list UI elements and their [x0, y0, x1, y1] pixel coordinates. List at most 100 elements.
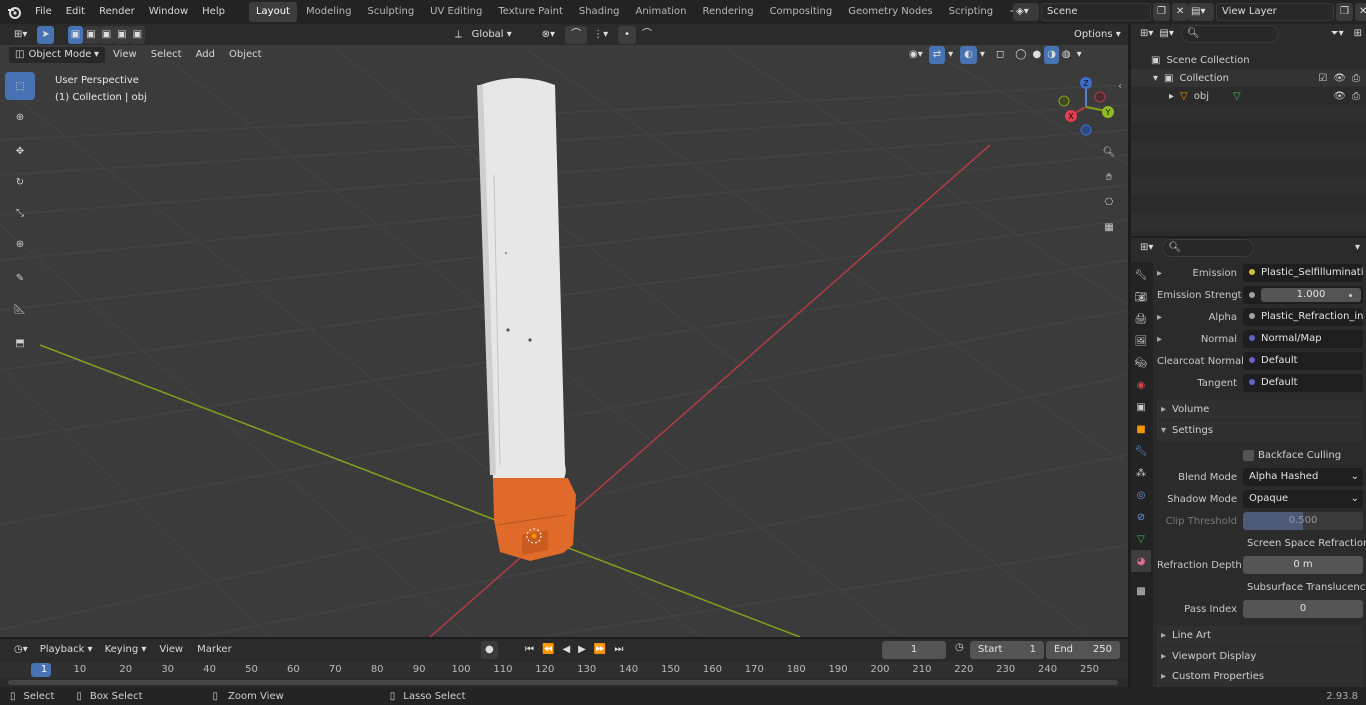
tool-tab-icon[interactable]: 🔧︎	[1131, 264, 1151, 286]
add-cube-icon[interactable]: ⬒	[5, 329, 35, 357]
transform-orientation-dropdown[interactable]: Global ▾	[465, 25, 532, 44]
shadow-mode-dropdown[interactable]: Opaque ⌄	[1243, 490, 1363, 508]
rendered-shading-icon[interactable]: ◍	[1058, 46, 1074, 64]
move-icon[interactable]: ✥	[5, 137, 35, 165]
tab-animation[interactable]: Animation	[629, 2, 694, 22]
chevron-right-icon[interactable]: ▸	[1169, 91, 1174, 102]
overlay-toggle-icon[interactable]: ◐	[960, 46, 977, 64]
mode-intersect-icon[interactable]: ▣	[129, 25, 146, 44]
playback-menu[interactable]: Playback ▾	[34, 641, 99, 659]
wireframe-shading-icon[interactable]: ◯	[1012, 46, 1030, 64]
cursor-icon[interactable]: ⊕	[5, 103, 35, 131]
scene-icon[interactable]: ◈▾	[1013, 3, 1039, 21]
delete-view-layer-icon[interactable]: ✕	[1354, 3, 1366, 21]
subsurface-translucency-checkbox[interactable]: Subsurface Translucency	[1243, 577, 1366, 597]
outliner-editor-icon[interactable]: ⊞▾	[1137, 25, 1156, 43]
properties-search-input[interactable]: 🔍︎	[1162, 239, 1255, 257]
properties-editor-icon[interactable]: ⊞▾	[1137, 239, 1156, 257]
options-dropdown[interactable]: Options ▾	[1068, 25, 1127, 44]
constraints-tab-icon[interactable]: ⊘	[1131, 506, 1151, 528]
start-frame-input[interactable]: Start 1	[970, 641, 1044, 659]
mode-set-icon[interactable]: ▣	[67, 25, 84, 44]
outliner-row-collection[interactable]: ▾ ▣ Collection ☑ 👁︎ ⎙	[1131, 69, 1366, 87]
mode-subtract-icon[interactable]: ▣	[98, 25, 115, 44]
normal-input[interactable]: Normal/Map	[1243, 330, 1363, 348]
tab-modeling[interactable]: Modeling	[299, 2, 359, 22]
alpha-input[interactable]: Plastic_Refraction_in...	[1243, 308, 1363, 326]
prev-keyframe-icon[interactable]: ⏪	[539, 641, 557, 659]
output-tab-icon[interactable]: 🖨︎	[1131, 308, 1151, 330]
tab-sculpting[interactable]: Sculpting	[360, 2, 421, 22]
particles-tab-icon[interactable]: ⁂	[1131, 462, 1151, 484]
transform-icon[interactable]: ⊛	[5, 230, 35, 258]
editor-type-icon[interactable]: ⊞▾	[8, 26, 33, 44]
perspective-toggle-icon[interactable]: ▦	[1098, 216, 1120, 238]
checkbox-icon[interactable]	[1243, 449, 1254, 461]
timeline-view-menu[interactable]: View	[152, 639, 190, 661]
view-layer-field[interactable]: View Layer	[1216, 3, 1334, 21]
zoom-icon[interactable]: 🔍︎	[1098, 141, 1120, 163]
current-frame-input[interactable]: 1	[882, 641, 946, 659]
jump-end-icon[interactable]: ⏭	[611, 641, 626, 659]
visibility-icon[interactable]: ◉▾	[903, 46, 929, 64]
menu-edit[interactable]: Edit	[59, 0, 92, 24]
outliner-row-obj[interactable]: ▸ ▽ obj ▽ 👁︎ ⎙	[1131, 87, 1366, 105]
emission-strength-input[interactable]: 1.000	[1243, 286, 1363, 304]
scene-name-field[interactable]: Scene	[1041, 3, 1151, 21]
rotate-icon[interactable]: ↻	[5, 168, 35, 196]
screen-space-refraction-checkbox[interactable]: Screen Space Refraction	[1243, 533, 1366, 553]
expand-arrow-icon[interactable]: ▸	[1157, 312, 1167, 323]
snap-icon[interactable]: ⌒	[565, 25, 588, 44]
exclude-checkbox[interactable]: ☑	[1318, 73, 1327, 84]
timeline-scrollbar[interactable]	[8, 680, 1118, 685]
render-tab-icon[interactable]: 📷︎	[1131, 286, 1151, 308]
timeline-editor-icon[interactable]: ◷▾	[8, 641, 34, 659]
snap-target-icon[interactable]: ⋮▾	[587, 25, 615, 44]
panel-settings[interactable]: ▾ Settings	[1157, 421, 1363, 441]
display-mode-icon[interactable]: ▤▾	[1156, 25, 1176, 43]
texture-tab-icon[interactable]: ▩	[1131, 580, 1151, 602]
solid-shading-icon[interactable]: ●	[1029, 46, 1045, 64]
camera-icon[interactable]: ⎙	[1352, 73, 1360, 84]
new-scene-icon[interactable]: ❐	[1153, 3, 1170, 21]
tab-geometry-nodes[interactable]: Geometry Nodes	[841, 2, 939, 22]
panel-custom-properties[interactable]: ▸ Custom Properties	[1157, 667, 1363, 687]
filter-icon[interactable]: ⏷▾	[1325, 25, 1350, 43]
scene-tab-icon[interactable]: 🎭︎	[1131, 352, 1151, 374]
object-tab-icon[interactable]: ■	[1131, 418, 1151, 440]
play-reverse-icon[interactable]: ◀	[559, 641, 573, 659]
end-frame-input[interactable]: End 250	[1046, 641, 1120, 659]
next-keyframe-icon[interactable]: ⏩	[591, 641, 609, 659]
play-icon[interactable]: ▶	[575, 641, 589, 659]
scale-icon[interactable]: ⤡	[5, 199, 35, 227]
eye-icon[interactable]: 👁︎	[1333, 73, 1346, 84]
tangent-input[interactable]: Default	[1243, 374, 1363, 392]
world-tab-icon[interactable]: ◉	[1131, 374, 1151, 396]
view-layer-icon[interactable]: ▤▾	[1188, 3, 1214, 21]
new-view-layer-icon[interactable]: ❐	[1336, 3, 1353, 21]
gizmo-dropdown-icon[interactable]: ▾	[945, 46, 956, 64]
data-tab-icon[interactable]: ▽	[1131, 528, 1151, 550]
camera-icon[interactable]: ⎙	[1352, 91, 1360, 102]
sidebar-toggle-icon[interactable]: ‹	[1118, 81, 1122, 92]
material-tab-icon[interactable]: ◕	[1131, 550, 1151, 572]
tab-scripting[interactable]: Scripting	[942, 2, 1000, 22]
menu-file[interactable]: File	[28, 0, 59, 24]
viewport-menu-select[interactable]: Select	[144, 45, 189, 65]
tab-layout[interactable]: Layout	[248, 2, 297, 22]
tube-object[interactable]	[477, 78, 576, 561]
navigation-gizmo[interactable]: Z Y X	[1054, 73, 1120, 139]
eye-icon[interactable]: 👁︎	[1333, 91, 1346, 102]
refraction-depth-input[interactable]: 0 m	[1243, 556, 1363, 574]
menu-render[interactable]: Render	[92, 0, 142, 24]
proportional-edit-icon[interactable]: •	[618, 25, 637, 44]
mode-extend-icon[interactable]: ▣	[83, 25, 99, 44]
viewport-menu-object[interactable]: Object	[222, 45, 269, 65]
jump-start-icon[interactable]: ⏮	[522, 641, 537, 659]
viewport-menu-view[interactable]: View	[106, 45, 144, 65]
mode-invert-icon[interactable]: ▣	[114, 25, 130, 44]
overlay-dropdown-icon[interactable]: ▾	[977, 46, 988, 64]
collection-tab-icon[interactable]: ▣	[1131, 396, 1151, 418]
view-layer-tab-icon[interactable]: 🖼︎	[1131, 330, 1151, 352]
new-collection-icon[interactable]: ⊞	[1350, 25, 1366, 43]
